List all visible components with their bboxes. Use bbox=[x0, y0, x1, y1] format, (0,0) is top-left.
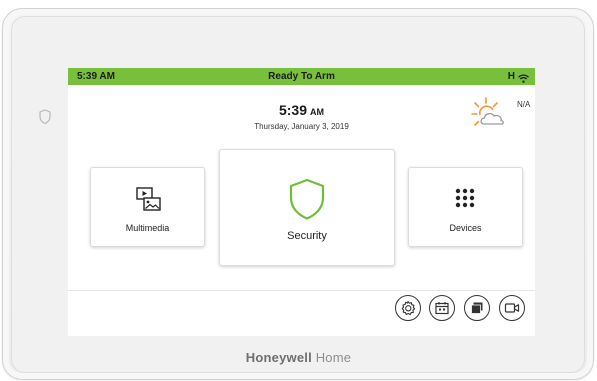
brand-name-bold: Honeywell bbox=[245, 350, 312, 365]
camera-button[interactable] bbox=[499, 295, 525, 321]
messages-button[interactable] bbox=[464, 295, 490, 321]
multimedia-tile[interactable]: Multimedia bbox=[90, 167, 205, 247]
status-title: Ready To Arm bbox=[268, 71, 335, 82]
multimedia-label: Multimedia bbox=[125, 223, 170, 233]
devices-tile[interactable]: Devices bbox=[408, 167, 523, 247]
settings-button[interactable] bbox=[395, 295, 421, 321]
clock-display: 5:39 AM Thursday, January 3, 2019 bbox=[68, 102, 535, 131]
status-bar: 5:39 AM Ready To Arm H bbox=[68, 68, 535, 85]
calendar-button[interactable] bbox=[429, 295, 455, 321]
brand-logo: Honeywell Home bbox=[0, 350, 597, 365]
calendar-icon bbox=[435, 302, 449, 315]
multimedia-icon bbox=[136, 187, 161, 211]
clock-ampm: AM bbox=[310, 107, 325, 117]
clock-date: Thursday, January 3, 2019 bbox=[254, 122, 349, 131]
weather-value: N/A bbox=[517, 100, 531, 109]
security-tile[interactable]: Security bbox=[219, 149, 395, 266]
partly-cloudy-sun-icon[interactable] bbox=[469, 96, 509, 130]
keypad-grid-icon bbox=[455, 188, 475, 208]
status-indicator: H bbox=[507, 71, 515, 82]
wifi-icon bbox=[518, 72, 529, 83]
brand-name-light: Home bbox=[315, 350, 352, 365]
settings-icon bbox=[401, 300, 416, 316]
devices-label: Devices bbox=[449, 223, 482, 233]
hardware-shield-icon[interactable] bbox=[37, 108, 53, 126]
clock-time: 5:39 bbox=[278, 102, 308, 118]
shield-icon bbox=[289, 178, 325, 220]
camera-icon bbox=[504, 303, 520, 313]
bottom-divider bbox=[68, 290, 535, 291]
messages-icon bbox=[471, 302, 483, 314]
security-label: Security bbox=[287, 230, 327, 242]
touch-screen: 5:39 AM Ready To Arm H 5:39 AM Thursday, … bbox=[68, 68, 535, 336]
